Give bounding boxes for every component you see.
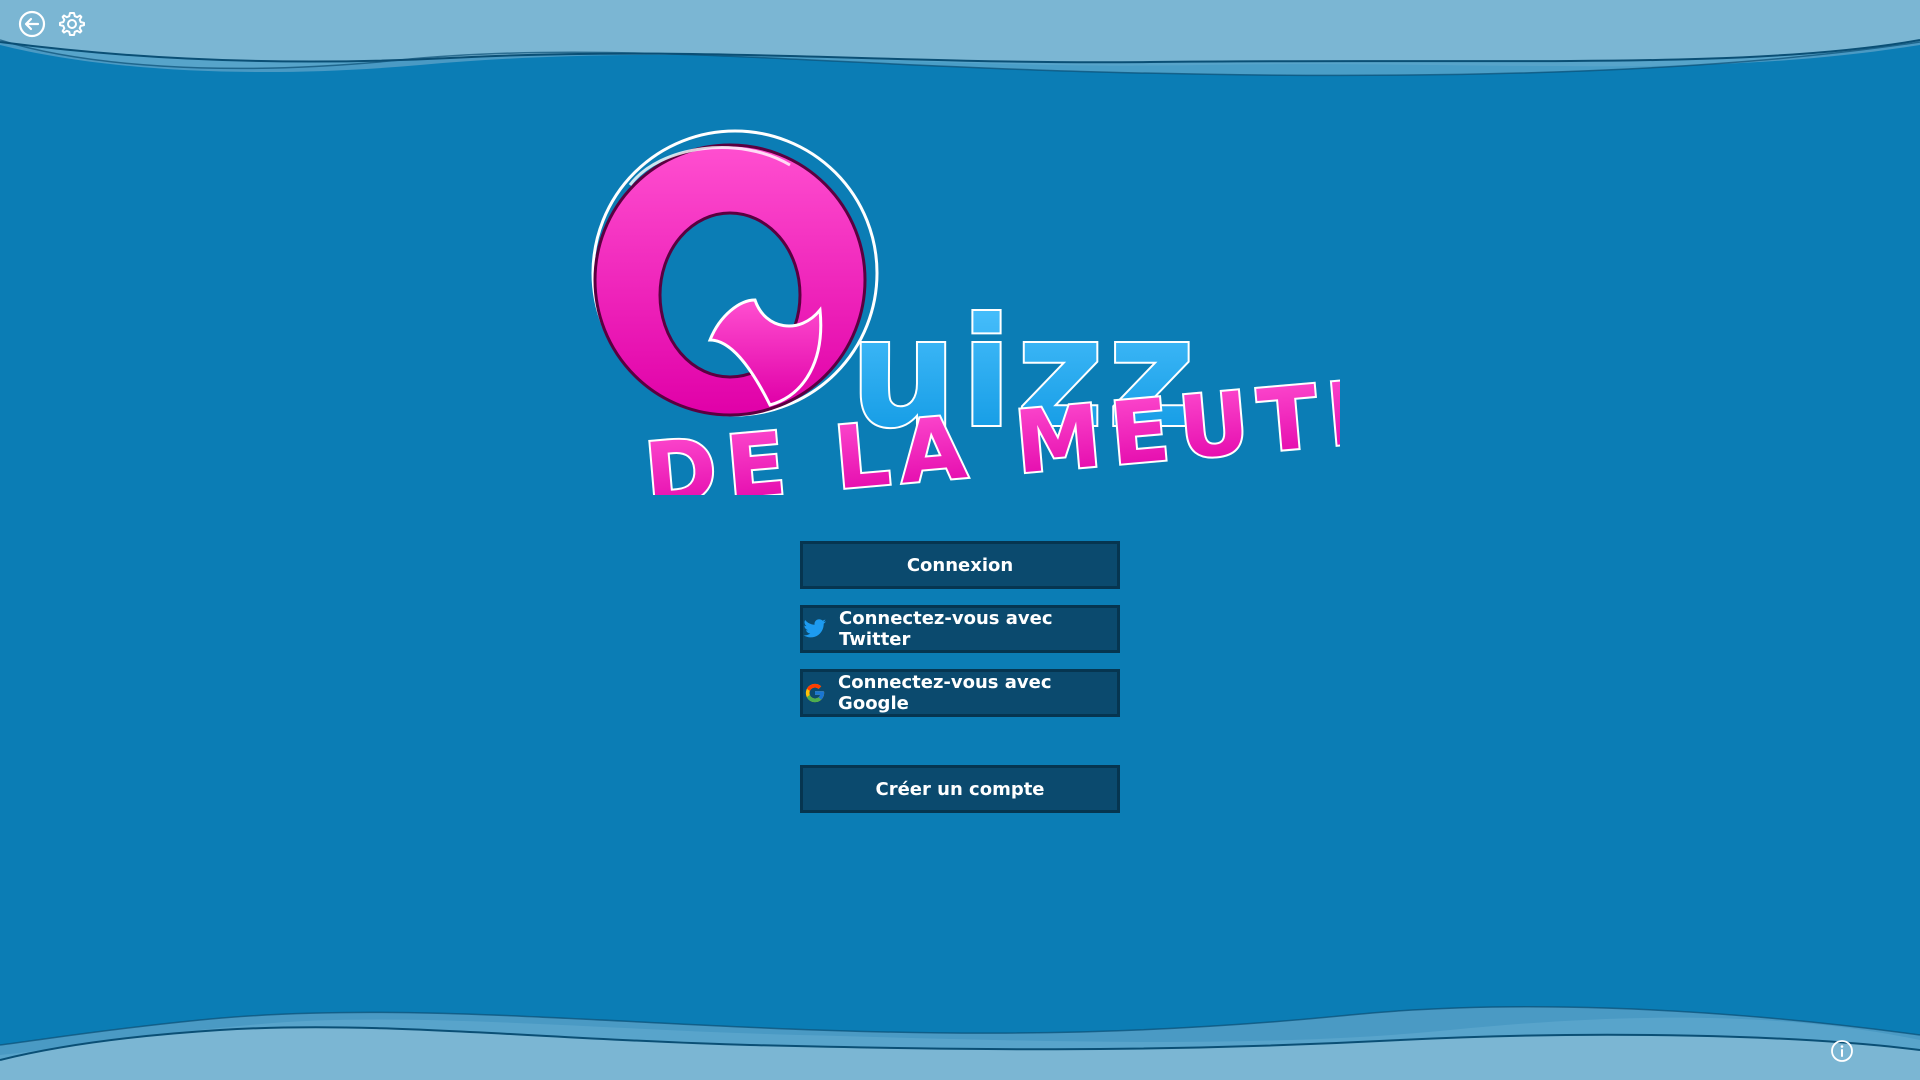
create-account-button-label: Créer un compte (875, 778, 1045, 800)
twitter-icon (803, 617, 827, 641)
gear-icon (59, 12, 85, 36)
google-login-button-label: Connectez-vous avec Google (838, 672, 1052, 714)
twitter-login-button[interactable]: Connectez-vous avec Twitter (800, 605, 1120, 653)
login-button[interactable]: Connexion (800, 541, 1120, 589)
info-icon (1831, 1040, 1853, 1062)
google-icon (803, 681, 826, 705)
back-button[interactable] (16, 8, 48, 40)
google-login-button[interactable]: Connectez-vous avec Google (800, 669, 1120, 717)
bottom-wave-decoration (0, 1006, 1920, 1080)
arrow-left-circle-icon (18, 10, 46, 38)
app-logo: uizz DE LA MEUTE (591, 129, 1340, 495)
settings-button[interactable] (56, 8, 88, 40)
twitter-login-button-label: Connectez-vous avec Twitter (839, 608, 1053, 650)
info-button[interactable] (1827, 1036, 1857, 1066)
logo-q-letter (591, 129, 879, 417)
login-button-label: Connexion (906, 554, 1014, 576)
top-wave-decoration (0, 0, 1920, 77)
login-screen: uizz DE LA MEUTE Connexion Connectez-vou… (0, 0, 1920, 1080)
create-account-button[interactable]: Créer un compte (800, 765, 1120, 813)
